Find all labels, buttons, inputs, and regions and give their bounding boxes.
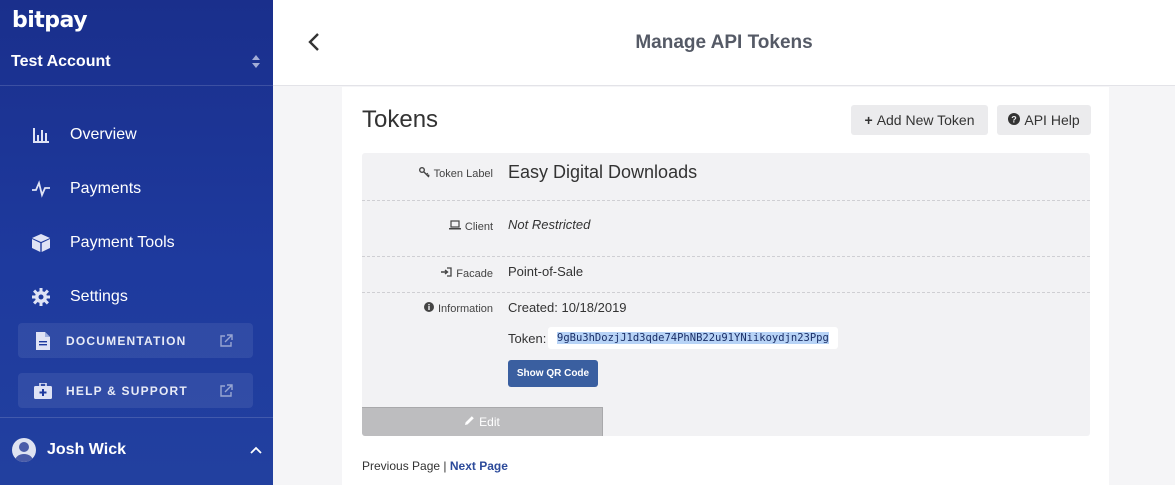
header: Manage API Tokens [273,0,1175,86]
pager-separator: | [443,459,447,473]
token-label-value: Easy Digital Downloads [508,162,698,182]
documentation-link[interactable]: DOCUMENTATION [18,323,253,358]
token-value: 9gBu3hDozjJ1d3qde74PhNB22u91YNiikoydjn23… [557,332,829,344]
api-help-label: API Help [1024,112,1080,128]
token-card: Token Label Easy Digital Downloads Clien… [362,153,1090,436]
plus-icon: + [864,112,873,128]
svg-text:?: ? [1012,115,1018,125]
pulse-icon [30,178,52,200]
laptop-icon [448,220,461,233]
api-help-button[interactable]: ? API Help [997,105,1091,135]
chevron-up-icon [250,441,262,459]
sidebar-item-label: Overview [70,126,137,143]
sort-icon [251,53,261,71]
sidebar: bitpay Test Account Overview Payments Pa… [0,0,273,485]
add-new-token-label: Add New Token [876,112,975,128]
cube-icon [30,232,52,254]
sidebar-item-label: Payment Tools [70,234,175,251]
first-aid-kit-icon [34,381,52,401]
main-content: Tokens + Add New Token ? API Help Token … [342,87,1109,485]
external-link-icon [219,333,233,348]
add-new-token-button[interactable]: + Add New Token [851,105,988,135]
external-link-icon [219,383,233,398]
avatar [12,438,36,462]
token-label-caption: Token Label [418,167,493,181]
document-icon [34,331,52,351]
next-page-link[interactable]: Next Page [450,459,508,473]
user-name: Josh Wick [47,441,126,458]
bar-chart-icon [30,124,52,146]
question-circle-icon: ? [1008,112,1021,128]
facade-caption: Facade [441,267,493,280]
sign-in-icon [441,267,452,280]
pencil-icon [464,415,475,429]
sidebar-item-overview[interactable]: Overview [30,123,137,147]
caption-text: Token Label [433,168,493,180]
edit-button[interactable]: Edit [362,407,603,436]
sidebar-item-label: Settings [70,288,128,305]
caption-text: Client [464,220,493,233]
documentation-label: DOCUMENTATION [66,333,187,348]
created-date: Created: 10/18/2019 [508,300,627,315]
bitpay-logo[interactable]: bitpay [12,8,88,33]
key-icon [418,167,430,181]
information-caption: Information [423,302,493,315]
gear-icon [30,286,52,308]
token-caption: Token: [508,331,547,346]
facade-value: Point-of-Sale [508,264,584,279]
sidebar-item-settings[interactable]: Settings [30,285,128,309]
help-support-link[interactable]: HELP & SUPPORT [18,373,253,408]
client-row: Client Not Restricted [362,201,1090,257]
show-qr-code-button[interactable]: Show QR Code [508,360,598,387]
info-circle-icon [423,302,434,315]
sidebar-item-payments[interactable]: Payments [30,177,141,201]
client-value: Not Restricted [508,217,591,232]
sidebar-item-payment-tools[interactable]: Payment Tools [30,231,175,255]
account-switcher[interactable]: Test Account [11,51,261,73]
caption-text: Facade [456,267,493,280]
facade-row: Facade Point-of-Sale [362,257,1090,293]
edit-label: Edit [479,415,500,429]
account-name: Test Account [11,53,111,70]
help-support-label: HELP & SUPPORT [66,383,188,398]
token-value-box[interactable]: 9gBu3hDozjJ1d3qde74PhNB22u91YNiikoydjn23… [548,327,838,349]
pagination: Previous Page | Next Page [362,459,508,473]
sidebar-item-label: Payments [70,180,142,197]
client-caption: Client [448,220,493,233]
sidebar-divider [0,417,273,418]
caption-text: Information [437,302,493,315]
user-menu[interactable]: Josh Wick [12,438,262,462]
section-title: Tokens [362,106,439,133]
token-label-row: Token Label Easy Digital Downloads [362,153,1090,201]
page-title: Manage API Tokens [635,32,813,53]
sidebar-divider [0,85,273,86]
previous-page-link[interactable]: Previous Page [362,459,440,473]
